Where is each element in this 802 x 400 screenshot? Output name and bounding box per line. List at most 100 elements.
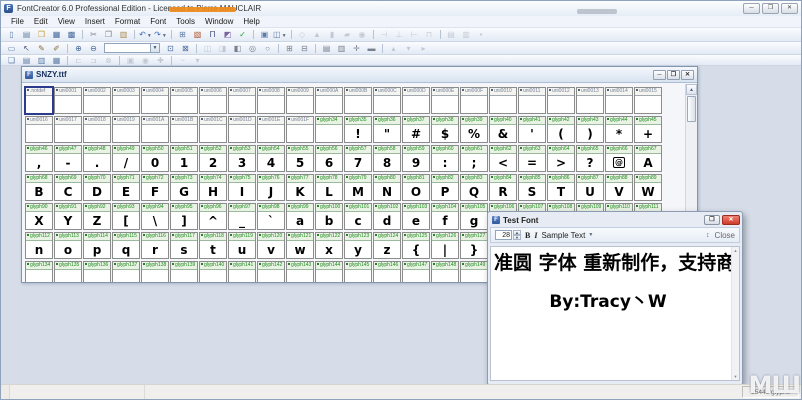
glyph-cell[interactable]: glyph142 xyxy=(257,261,285,282)
glyph-cell[interactable]: glyph88V xyxy=(605,174,633,201)
glyph-cell[interactable]: glyph115q xyxy=(112,232,140,259)
preview-button[interactable]: ◫ xyxy=(201,43,214,54)
glyph-cell[interactable]: uni000A xyxy=(315,87,343,114)
kerning-button[interactable]: Π xyxy=(206,29,219,40)
glyph-cell[interactable]: glyph34 xyxy=(315,116,343,143)
glyph-cell[interactable]: uni0011 xyxy=(518,87,546,114)
glyph-cell[interactable]: glyph522 xyxy=(199,145,227,172)
glyph-cell[interactable]: uni0004 xyxy=(141,87,169,114)
glyph-cell[interactable]: glyph94\ xyxy=(141,203,169,230)
sample-text-dropdown[interactable]: Sample Text ▼ xyxy=(541,231,593,240)
glyph-cell[interactable]: uni0007 xyxy=(228,87,256,114)
glyph-cell[interactable]: glyph64> xyxy=(547,145,575,172)
glyph-cell[interactable]: glyph104f xyxy=(431,203,459,230)
redo-button[interactable]: ↷▼ xyxy=(154,29,167,40)
glyph-cell[interactable]: uni0014 xyxy=(605,87,633,114)
order-down-button[interactable]: ▾ xyxy=(402,43,415,54)
glyph-cell[interactable]: glyph61; xyxy=(460,145,488,172)
slant-button[interactable]: ▰ xyxy=(341,29,354,40)
glyph-cell[interactable]: uni0002 xyxy=(83,87,111,114)
glyph-cell[interactable]: glyph500 xyxy=(141,145,169,172)
glyph-cell[interactable]: uni0013 xyxy=(576,87,604,114)
glyph-cell[interactable]: glyph87U xyxy=(576,174,604,201)
open-button[interactable]: ❒ xyxy=(35,29,48,40)
glyph-cell[interactable]: glyph43) xyxy=(576,116,604,143)
glyph-cell[interactable]: uni0018 xyxy=(83,116,111,143)
glyph-cell[interactable]: glyph46, xyxy=(25,145,53,172)
show-points-button[interactable]: ◎ xyxy=(246,43,259,54)
glyph-cell[interactable]: glyph92Z xyxy=(83,203,111,230)
glyph-cell[interactable]: uni000B xyxy=(344,87,372,114)
glyph-cell[interactable]: uni001D xyxy=(228,116,256,143)
glyph-cell[interactable]: glyph49/ xyxy=(112,145,140,172)
group-button[interactable]: ▤ xyxy=(445,29,458,40)
glyph-cell[interactable]: uni0008 xyxy=(257,87,285,114)
resize-icon[interactable]: ↕ xyxy=(706,232,710,239)
distribute-button[interactable]: ⊓ xyxy=(423,29,436,40)
glyph-cell[interactable]: uni001E xyxy=(257,116,285,143)
glyph-cell[interactable]: uni000F xyxy=(460,87,488,114)
italic-toggle[interactable]: I xyxy=(534,231,537,240)
glyph-cell[interactable]: glyph36" xyxy=(373,116,401,143)
glyph-cell[interactable]: glyph101c xyxy=(344,203,372,230)
glyph-cell[interactable]: uni0016 xyxy=(25,116,53,143)
glyph-cell[interactable]: glyph45+ xyxy=(634,116,662,143)
cascade-button[interactable]: ❏ xyxy=(5,55,18,66)
close-link[interactable]: Close xyxy=(715,231,735,240)
more-button[interactable]: ▾ xyxy=(191,55,204,66)
minimize-button[interactable]: ─ xyxy=(743,3,760,14)
glyph-cell[interactable]: glyph68B xyxy=(25,174,53,201)
glyph-cell[interactable]: glyph96^ xyxy=(199,203,227,230)
glyph-cell[interactable]: glyph119u xyxy=(228,232,256,259)
glyph-cell[interactable]: glyph113o xyxy=(54,232,82,259)
glyph-cell[interactable]: glyph72F xyxy=(141,174,169,201)
glyph-cell[interactable]: glyph112n xyxy=(25,232,53,259)
guidelines-button[interactable]: ⊟ xyxy=(298,43,311,54)
glyph-cell[interactable]: uni001F xyxy=(286,116,314,143)
bar-button[interactable]: ▬ xyxy=(365,43,378,54)
glyph-cell[interactable]: glyph70D xyxy=(83,174,111,201)
glyph-cell[interactable]: glyph127} xyxy=(460,232,488,259)
next-window-button[interactable]: ⊐ xyxy=(87,55,100,66)
glyph-cell[interactable]: glyph60: xyxy=(431,145,459,172)
transform-button[interactable]: ◇ xyxy=(296,29,309,40)
menu-window[interactable]: Window xyxy=(200,17,238,26)
zoom-selection-button[interactable]: ⊡ xyxy=(164,43,177,54)
glyph-cell[interactable]: glyph81O xyxy=(402,174,430,201)
bold-toggle[interactable]: B xyxy=(525,231,530,240)
glyph-cell[interactable]: glyph566 xyxy=(315,145,343,172)
glyph-cell[interactable]: glyph75I xyxy=(228,174,256,201)
glyph-map-button[interactable]: ▧ xyxy=(191,29,204,40)
test-font-button[interactable]: ◫▼ xyxy=(273,29,287,40)
scrollbar-thumb[interactable] xyxy=(687,96,696,122)
paste-button[interactable]: ▥ xyxy=(117,29,130,40)
overlap-button[interactable]: ▲ xyxy=(311,29,324,40)
glyph-cell[interactable]: glyph544 xyxy=(257,145,285,172)
dialog-close-button[interactable]: ✕ xyxy=(722,215,740,225)
glyph-cell[interactable]: glyph588 xyxy=(373,145,401,172)
glyph-cell[interactable]: glyph63= xyxy=(518,145,546,172)
glyph-cell[interactable]: glyph144 xyxy=(315,261,343,282)
glyph-cell[interactable]: glyph41' xyxy=(518,116,546,143)
menu-help[interactable]: Help xyxy=(238,17,264,26)
tile-horizontal-button[interactable]: ▤ xyxy=(20,55,33,66)
copy-button[interactable]: ❐ xyxy=(102,29,115,40)
glyph-cell[interactable]: glyph42( xyxy=(547,116,575,143)
compare-button[interactable]: ◨ xyxy=(216,43,229,54)
glyph-cell[interactable]: glyph86T xyxy=(547,174,575,201)
glyph-cell[interactable]: glyph66@ xyxy=(605,145,633,172)
glyph-cell[interactable]: glyph98` xyxy=(257,203,285,230)
scroll-up-icon[interactable]: ▲ xyxy=(686,84,697,95)
help-index-button[interactable]: ◉ xyxy=(139,55,152,66)
glyph-cell[interactable]: glyph134 xyxy=(25,261,53,282)
ungroup-button[interactable]: ▥ xyxy=(460,29,473,40)
glyph-cell[interactable]: glyph143 xyxy=(286,261,314,282)
glyph-cell[interactable]: glyph577 xyxy=(344,145,372,172)
glyph-cell[interactable]: glyph148 xyxy=(431,261,459,282)
glyph-cell[interactable]: glyph124z xyxy=(373,232,401,259)
prev-window-button[interactable]: ⊏ xyxy=(72,55,85,66)
arrange-icons-button[interactable]: ▦ xyxy=(50,55,63,66)
glyph-cell[interactable]: uni0010 xyxy=(489,87,517,114)
menu-insert[interactable]: Insert xyxy=(80,17,110,26)
glyph-cell[interactable]: glyph77K xyxy=(286,174,314,201)
